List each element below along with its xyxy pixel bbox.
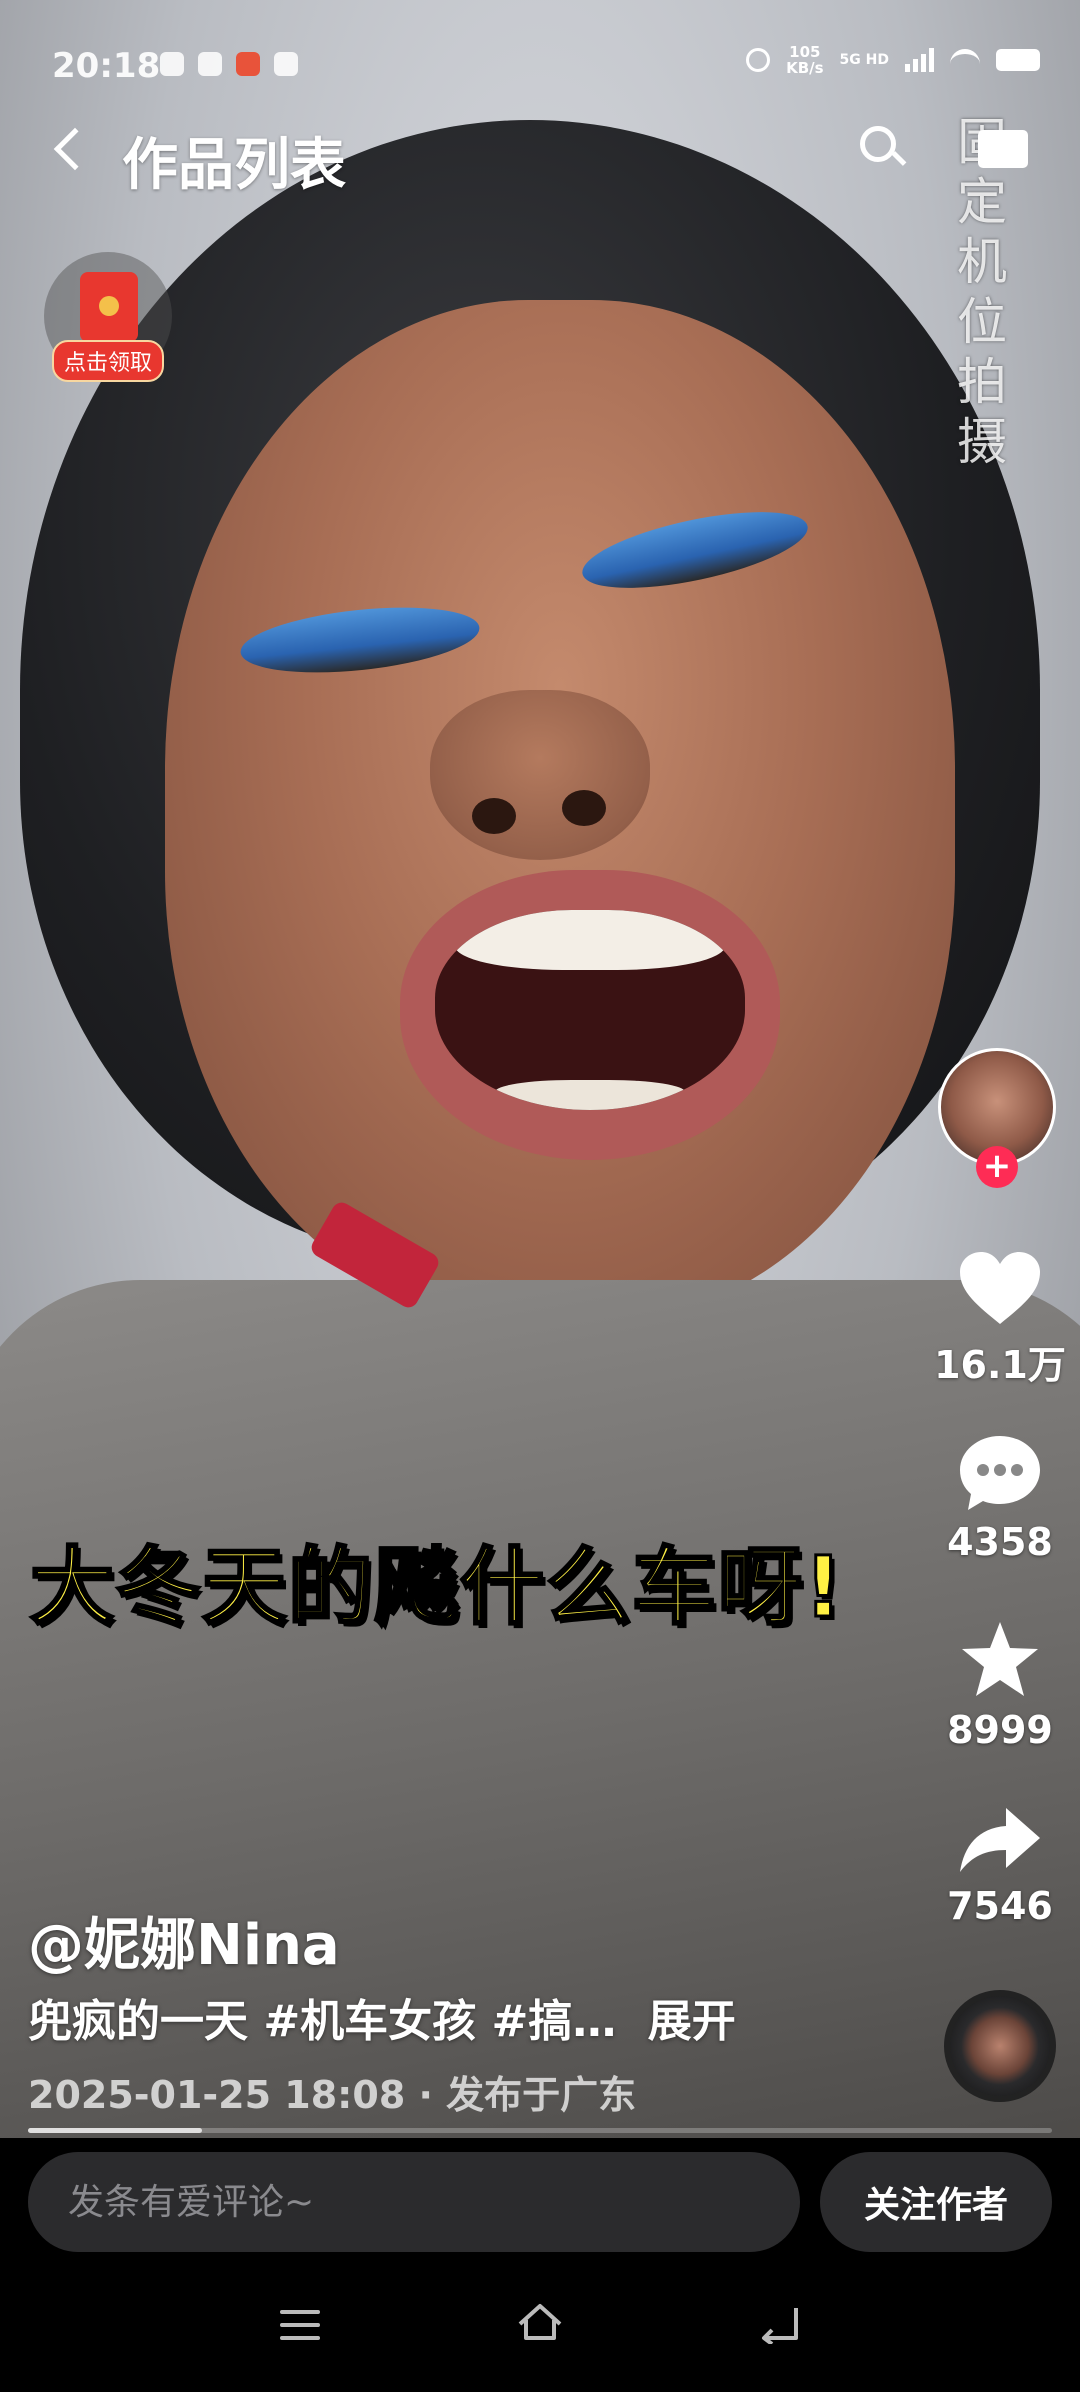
- page-title: 作品列表: [122, 133, 346, 198]
- system-back-icon[interactable]: [758, 2304, 802, 2344]
- like-count: 16.1万: [934, 1343, 1066, 1387]
- comment-bar: 关注作者: [0, 2138, 1080, 2268]
- system-nav-bar: [0, 2268, 1080, 2392]
- status-time: 20:18: [52, 46, 161, 86]
- nostril: [472, 798, 516, 834]
- share-arrow-icon: [960, 1808, 1040, 1872]
- video-progress-bar[interactable]: [28, 2128, 1052, 2133]
- like-button[interactable]: 16.1万: [930, 1250, 1070, 1389]
- signal-icon: [905, 48, 934, 72]
- status-right: 105 KB/s 5G HD: [746, 44, 1040, 76]
- mouth-illustration: [400, 870, 780, 1160]
- net-speed: 105 KB/s: [786, 44, 823, 76]
- video-progress-fill: [28, 2128, 203, 2133]
- post-date: 2025-01-25 18:08: [28, 2073, 406, 2117]
- nose-illustration: [430, 690, 650, 860]
- expand-link[interactable]: 展开: [648, 1996, 736, 2047]
- favorite-button[interactable]: 8999: [930, 1620, 1070, 1752]
- mouth-inner: [435, 910, 745, 1110]
- music-disc-avatar[interactable]: [944, 1990, 1056, 2102]
- share-count: 7546: [947, 1884, 1053, 1928]
- app-notification-icon: [236, 52, 260, 76]
- red-packet-button[interactable]: 点击领取: [44, 252, 172, 382]
- network-type: 5G HD: [839, 52, 889, 68]
- nostril: [562, 790, 606, 826]
- paw-notification-icon: [198, 52, 222, 76]
- wifi-icon: [950, 49, 980, 71]
- status-bar: 20:18 105 KB/s 5G HD: [0, 0, 1080, 130]
- teeth-top: [455, 910, 725, 970]
- app-notification-icon: [160, 52, 184, 76]
- heart-icon: [960, 1252, 1040, 1324]
- post-location: · 发布于广东: [418, 2073, 637, 2117]
- recent-apps-icon[interactable]: [280, 2310, 320, 2340]
- description-text: 兜疯的一天 #机车女孩 #搞…: [28, 1996, 617, 2047]
- star-icon: [962, 1622, 1038, 1696]
- search-icon[interactable]: [860, 126, 907, 170]
- red-packet-label: 点击领取: [52, 340, 165, 382]
- comment-icon: [960, 1436, 1040, 1510]
- top-nav: 作品列表: [0, 120, 1080, 198]
- author-avatar-button[interactable]: +: [938, 1048, 1062, 1188]
- battery-icon: [996, 49, 1040, 71]
- follow-plus-icon[interactable]: +: [976, 1146, 1018, 1188]
- alarm-icon: [746, 48, 771, 72]
- author-name[interactable]: @妮娜Nina: [28, 1900, 340, 1981]
- share-button[interactable]: 7546: [930, 1806, 1070, 1928]
- comment-count: 4358: [947, 1520, 1053, 1564]
- red-envelope-icon: [80, 272, 138, 342]
- cast-screen-icon[interactable]: [978, 130, 1028, 168]
- favorite-count: 8999: [947, 1708, 1053, 1752]
- back-icon[interactable]: [53, 127, 97, 171]
- comment-input[interactable]: [28, 2152, 800, 2252]
- comment-button[interactable]: 4358: [930, 1434, 1070, 1564]
- video-caption: 大冬天的飚什么车呀!: [28, 1537, 845, 1638]
- notification-icons: [160, 52, 298, 76]
- mail-notification-icon: [274, 52, 298, 76]
- net-speed-unit: KB/s: [786, 59, 824, 77]
- follow-author-button[interactable]: 关注作者: [820, 2152, 1052, 2252]
- net-speed-value: 105: [789, 43, 821, 61]
- post-description: 兜疯的一天 #机车女孩 #搞… 展开: [28, 1985, 736, 2049]
- teeth-bottom: [495, 1080, 685, 1110]
- post-meta: 2025-01-25 18:08 · 发布于广东: [28, 2064, 636, 2119]
- home-icon[interactable]: [516, 2302, 564, 2342]
- video-screen: 固定机位拍摄 大冬天的飚什么车呀! 20:18 105 KB/s 5G HD: [0, 0, 1080, 2392]
